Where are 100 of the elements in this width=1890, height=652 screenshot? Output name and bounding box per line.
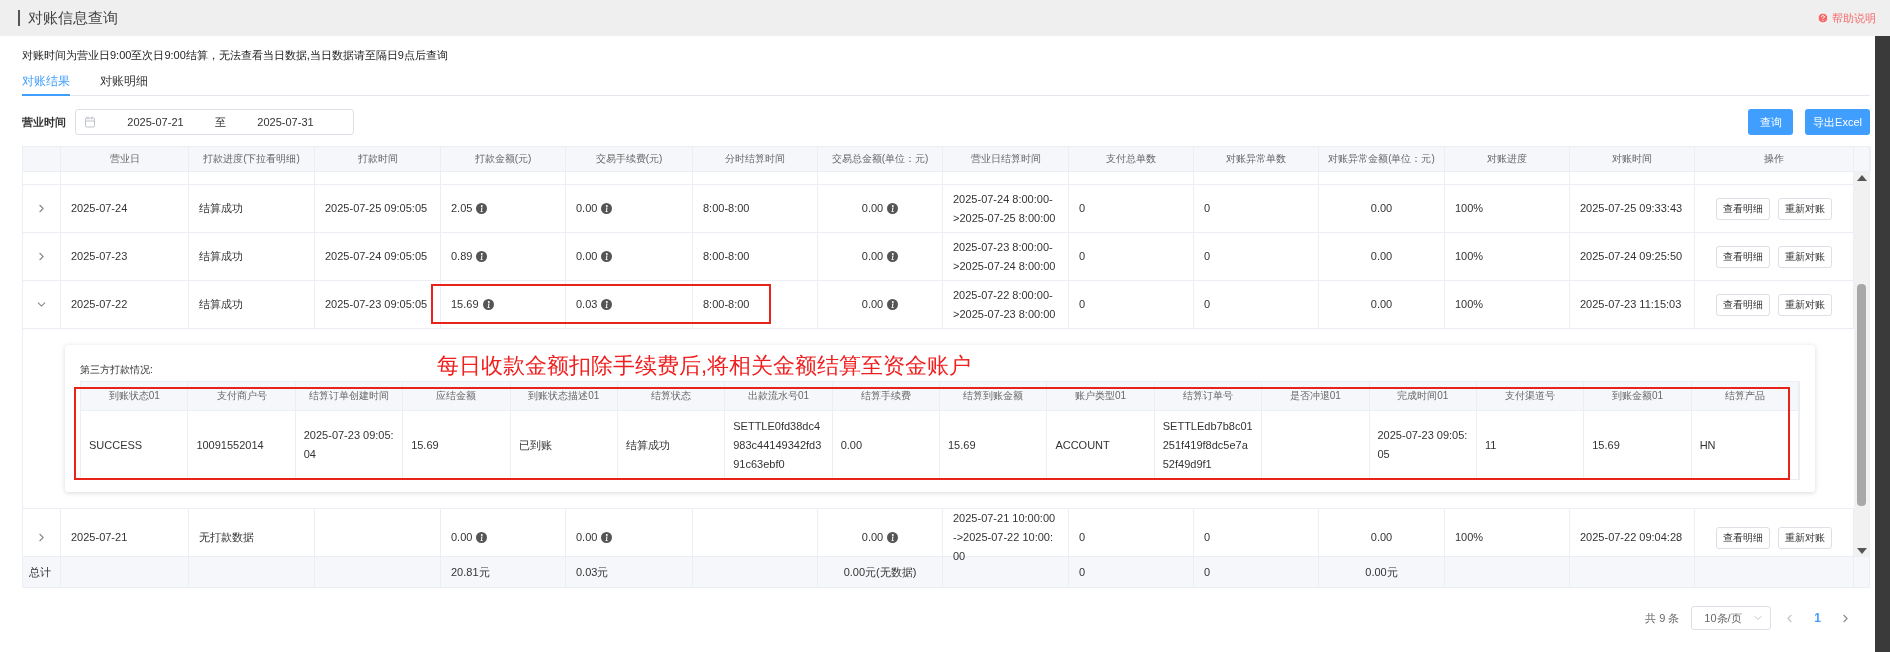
cell-text: 2025-07-23	[71, 249, 128, 264]
page-title: 对账信息查询	[18, 10, 118, 26]
cell-text: ACCOUNT	[1055, 437, 1110, 453]
column-header: 分时结算时间	[693, 147, 818, 171]
cell-text: 2025-07-22 8:00:00->2025-07-23 8:00:00	[953, 287, 1057, 322]
view-details-button[interactable]: 查看明细	[1716, 293, 1770, 316]
column-header: 打款金额(元)	[441, 147, 566, 171]
cell-text: 2025-07-24	[71, 201, 128, 216]
info-icon[interactable]	[887, 532, 899, 543]
column-header: 到账金额01	[1584, 382, 1692, 410]
cell-text: 100%	[1455, 249, 1484, 264]
cell-text: 8:00-8:00	[703, 297, 750, 312]
cell-text: 2025-07-25 09:33:43	[1580, 201, 1683, 216]
info-icon[interactable]	[601, 532, 613, 543]
column-header: 应结金额	[403, 382, 511, 410]
cell-text: 15.69	[411, 437, 439, 453]
cell-text: 2.05	[451, 201, 473, 216]
cell-text: 2025-07-23 09:05:04	[303, 428, 395, 462]
column-header: 结算到账金额	[940, 382, 1048, 410]
date-range-field[interactable]: 2025-07-21 至 2025-07-31	[75, 109, 354, 135]
column-header: 对账进度	[1445, 147, 1570, 171]
cell-text: SETTLEdb7b8c01251f419f8dc5e7a52f49d9f1	[1162, 418, 1254, 472]
cell-text: 0.89	[451, 249, 473, 264]
cell-text: 0.03	[576, 297, 598, 312]
cell-text: 0.00	[861, 201, 884, 216]
info-icon[interactable]	[887, 251, 899, 262]
column-header: 营业日结算时间	[943, 147, 1069, 171]
cell-text: 0.00	[576, 201, 598, 216]
reconcile-button[interactable]: 重新对账	[1778, 293, 1832, 316]
cell-text: 15.69	[948, 437, 976, 453]
cell-text: 2025-07-24 8:00:00->2025-07-25 8:00:00	[953, 191, 1057, 226]
annotation-text: 每日收款金额扣除手续费后,将相关金额结算至资金账户	[437, 352, 972, 380]
cell-text: 0	[1204, 564, 1211, 580]
view-details-button[interactable]: 查看明细	[1716, 245, 1770, 268]
reconcile-button[interactable]: 重新对账	[1778, 197, 1832, 220]
column-header: 到账状态描述01	[510, 382, 618, 410]
column-header: 操作	[1695, 147, 1854, 171]
column-header: 结算订单创建时间	[295, 382, 404, 410]
cell-text: 2025-07-23 11:15:03	[1580, 297, 1682, 312]
reconcile-button[interactable]: 重新对账	[1778, 245, 1832, 268]
cell-text: 0.00	[576, 530, 598, 545]
info-icon[interactable]	[476, 251, 488, 262]
cell-text: 0	[1079, 564, 1086, 580]
page-size-select[interactable]: 10条/页	[1691, 606, 1772, 630]
cell-text: 0	[1204, 297, 1211, 312]
cell-text: 结算成功	[199, 201, 243, 216]
help-icon[interactable]	[1817, 12, 1829, 24]
cell-text: 100%	[1455, 530, 1484, 545]
info-icon[interactable]	[601, 203, 613, 214]
cell-text: 20.81元	[451, 564, 490, 580]
cell-text: 2025-07-22 09:04:28	[1580, 530, 1683, 545]
cell-text: 0	[1079, 201, 1086, 216]
notice-text: 对账时间为营业日9:00至次日9:00结算，无法查看当日数据,当日数据请至隔日9点后查询	[22, 48, 449, 63]
panel-title: 第三方打款情况:	[80, 363, 153, 377]
column-header: 是否冲退01	[1262, 382, 1370, 410]
tab[interactable]: 对账明细	[100, 73, 148, 96]
view-details-button[interactable]: 查看明细	[1716, 526, 1770, 549]
cell-text: 100%	[1455, 201, 1484, 216]
column-header: 结算产品	[1691, 382, 1799, 410]
cell-text: 2025-07-23 8:00:00->2025-07-24 8:00:00	[953, 239, 1057, 274]
column-header: 支付渠道号	[1476, 382, 1585, 410]
cell-text: 11	[1484, 437, 1497, 453]
total-label: 总计	[29, 564, 51, 580]
cell-text: 0.00	[1370, 249, 1393, 264]
cell-text: SUCCESS	[89, 437, 143, 453]
cell-text: 2025-07-24 09:05:05	[325, 249, 428, 264]
cell-text: 0	[1079, 297, 1086, 312]
info-icon[interactable]	[887, 299, 899, 310]
cell-text: 已到账	[518, 437, 552, 453]
info-icon[interactable]	[476, 532, 488, 543]
cell-text: 0.00	[861, 297, 884, 312]
column-header: 对账异常金额(单位：元)	[1319, 147, 1445, 171]
filter-label: 营业时间	[22, 114, 66, 130]
cell-text: 0.00	[1370, 297, 1393, 312]
cell-text: 10091552014	[196, 437, 264, 453]
info-icon[interactable]	[601, 299, 613, 310]
scrollbar[interactable]	[1854, 172, 1869, 557]
column-header: 交易手续费(元)	[566, 147, 693, 171]
info-icon[interactable]	[476, 203, 488, 214]
cell-text: 结算成功	[199, 297, 243, 312]
view-details-button[interactable]: 查看明细	[1716, 197, 1770, 220]
column-header: 结算订单号	[1154, 382, 1263, 410]
column-header: 账户类型01	[1047, 382, 1155, 410]
cell-text: 0.00	[1370, 530, 1393, 545]
cell-text: 0.00	[861, 530, 884, 545]
reconcile-button[interactable]: 重新对账	[1778, 526, 1832, 549]
cell-text: 0.03元	[576, 564, 609, 580]
column-header: 对账时间	[1570, 147, 1695, 171]
cell-text: 0.00	[861, 249, 884, 264]
column-header: 营业日	[61, 147, 189, 171]
cell-text: 2025-07-23 09:05:05	[325, 297, 428, 312]
column-header: 结算状态	[617, 382, 726, 410]
info-icon[interactable]	[482, 299, 494, 310]
info-icon[interactable]	[601, 251, 613, 262]
cell-text: 结算成功	[625, 437, 670, 453]
info-icon[interactable]	[887, 203, 899, 214]
column-header: 支付总单数	[1069, 147, 1194, 171]
cell-text: HN	[1699, 437, 1716, 453]
cell-text: 2025-07-25 09:05:05	[325, 201, 428, 216]
cell-text: 0	[1204, 201, 1211, 216]
